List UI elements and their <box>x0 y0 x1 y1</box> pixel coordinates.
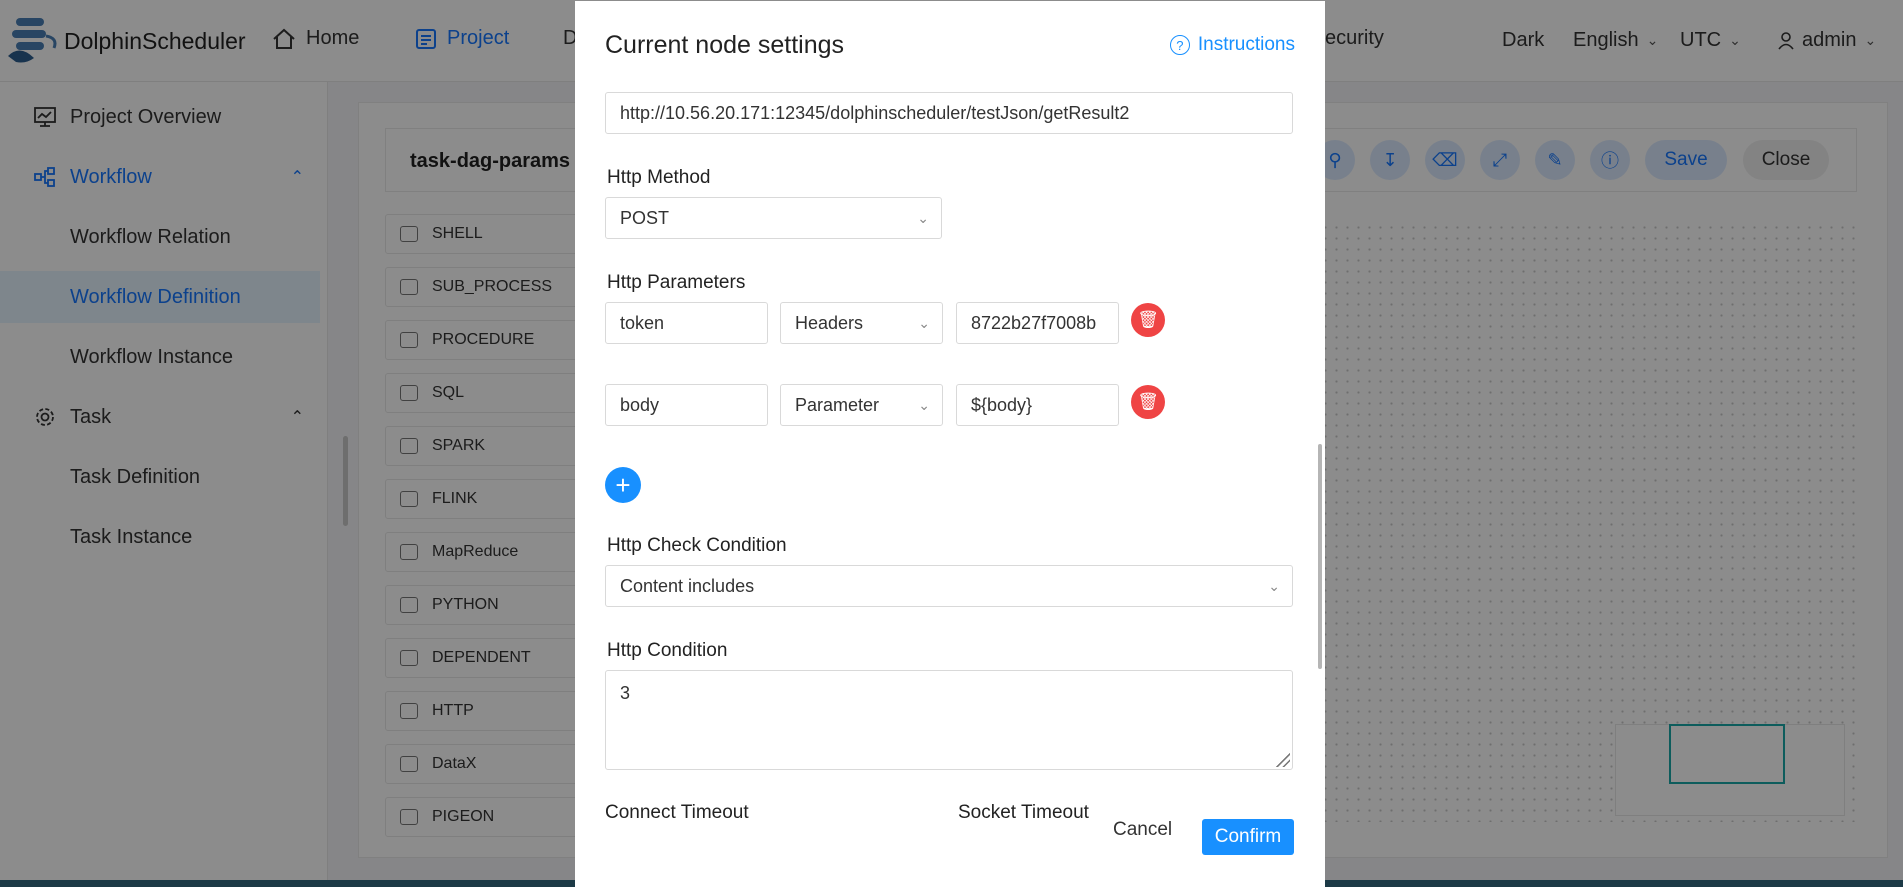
http-method-select[interactable]: POST ⌄ <box>605 197 942 239</box>
resize-handle-icon[interactable] <box>1274 751 1290 767</box>
modal-scrollbar[interactable] <box>1318 444 1322 669</box>
node-settings-modal: Current node settings ? Instructions htt… <box>575 1 1325 887</box>
socket-timeout-label: Socket Timeout <box>958 802 1089 823</box>
chevron-down-icon: ⌄ <box>918 315 930 331</box>
http-method-value: POST <box>620 207 670 228</box>
param-type-select[interactable]: Parameter ⌄ <box>780 384 943 426</box>
param-prop-input[interactable]: token <box>605 302 768 344</box>
param-type-value: Headers <box>795 312 864 333</box>
chevron-down-icon: ⌄ <box>917 210 929 226</box>
confirm-button[interactable]: Confirm <box>1202 819 1294 855</box>
http-check-label: Http Check Condition <box>607 535 787 556</box>
delete-param-button[interactable]: 🗑 <box>1131 303 1165 337</box>
param-value-input[interactable]: 8722b27f7008b <box>956 302 1119 344</box>
param-prop-input[interactable]: body <box>605 384 768 426</box>
add-param-button[interactable]: + <box>605 467 641 503</box>
http-condition-label: Http Condition <box>607 640 728 661</box>
chevron-down-icon: ⌄ <box>918 397 930 413</box>
instructions-link[interactable]: ? Instructions <box>1169 34 1295 56</box>
modal-title: Current node settings <box>605 31 845 59</box>
delete-param-button[interactable]: 🗑 <box>1131 385 1165 419</box>
instructions-label: Instructions <box>1197 34 1295 55</box>
plus-icon: + <box>615 469 631 500</box>
param-type-value: Parameter <box>795 394 880 415</box>
http-check-value: Content includes <box>620 575 755 596</box>
trash-icon: 🗑 <box>1137 392 1159 411</box>
connect-timeout-label: Connect Timeout <box>605 802 749 823</box>
chevron-down-icon: ⌄ <box>1268 578 1280 594</box>
trash-icon: 🗑 <box>1137 310 1159 329</box>
http-check-select[interactable]: Content includes ⌄ <box>605 565 1293 607</box>
http-condition-value: 3 <box>620 683 631 703</box>
param-type-select[interactable]: Headers ⌄ <box>780 302 943 344</box>
param-value-input[interactable]: ${body} <box>956 384 1119 426</box>
question-icon: ? <box>1169 35 1190 55</box>
http-condition-textarea[interactable]: 3 <box>605 670 1293 770</box>
cancel-button[interactable]: Cancel <box>1113 819 1172 841</box>
http-method-label: Http Method <box>607 167 711 188</box>
http-params-label: Http Parameters <box>607 272 746 293</box>
url-input[interactable]: http://10.56.20.171:12345/dolphinschedul… <box>605 92 1293 134</box>
